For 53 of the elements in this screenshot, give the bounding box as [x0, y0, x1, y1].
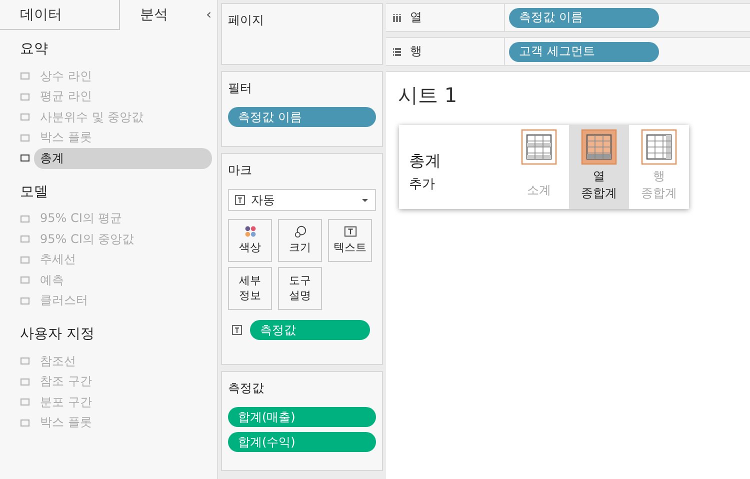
shelf-title: 마크: [228, 162, 253, 179]
columns-icon: [392, 12, 402, 22]
mark-type-dropdown[interactable]: 자동: [228, 189, 376, 211]
shelf-label: 열: [410, 9, 422, 26]
chart-icon: [20, 376, 30, 387]
mark-property-button[interactable]: 세부 정보: [228, 267, 272, 310]
mark-property-button[interactable]: 도구 설명: [278, 267, 322, 310]
section-title: 요약: [20, 40, 49, 58]
field-pill[interactable]: 측정값 이름: [228, 107, 376, 127]
chart-icon: [20, 112, 30, 122]
field-pill[interactable]: 합계(매출): [228, 407, 376, 427]
field-pill[interactable]: 측정값 이름: [509, 8, 659, 28]
chart-icon: [20, 234, 30, 244]
rows-icon: [392, 46, 402, 56]
dots-icon: [244, 225, 256, 238]
text-icon: [232, 325, 242, 335]
sheet-title: 시트 1: [398, 82, 458, 109]
mark-property-button[interactable]: 색상: [228, 219, 272, 262]
chart-icon: [20, 296, 30, 306]
shelf-label: 행: [410, 43, 422, 60]
chart-icon: [20, 153, 30, 164]
field-pill[interactable]: 고객 세그먼트: [509, 42, 659, 62]
chart-icon: [20, 275, 30, 286]
chart-icon: [20, 418, 30, 428]
field-pill[interactable]: 합계(수익): [228, 432, 376, 452]
chart-icon: [20, 397, 30, 408]
section-title: 모델: [20, 182, 49, 200]
caret-icon: [361, 198, 369, 202]
section-title: 사용자 지정: [20, 325, 96, 343]
text-icon: [235, 195, 245, 205]
shelf-title: 측정값: [228, 380, 265, 397]
table-icon: [581, 129, 617, 165]
mark-property-button[interactable]: 크기: [278, 219, 322, 262]
chart-icon: [20, 132, 30, 143]
chart-icon: [20, 254, 30, 265]
shelf-title: 필터: [228, 80, 253, 97]
popup-title: 총계: [409, 151, 442, 172]
table-icon: [521, 129, 557, 165]
chart-icon: [20, 71, 30, 82]
collapse-button[interactable]: ‹: [200, 0, 218, 30]
shelf-title: 페이지: [228, 12, 265, 29]
totals-option[interactable]: 열 종합계: [569, 125, 629, 209]
text-icon: [344, 225, 356, 238]
table-icon: [641, 129, 677, 165]
panel-tab[interactable]: 데이터: [0, 0, 120, 30]
mark-property-button[interactable]: 텍스트: [328, 219, 372, 262]
circles-icon: [294, 225, 306, 238]
chart-icon: [20, 356, 30, 366]
chart-icon: [20, 92, 30, 102]
popup-subtitle: 추가: [409, 176, 436, 193]
analytics-item[interactable]: 총계: [34, 148, 212, 169]
field-pill[interactable]: 측정값: [250, 320, 370, 340]
chart-icon: [20, 214, 30, 224]
